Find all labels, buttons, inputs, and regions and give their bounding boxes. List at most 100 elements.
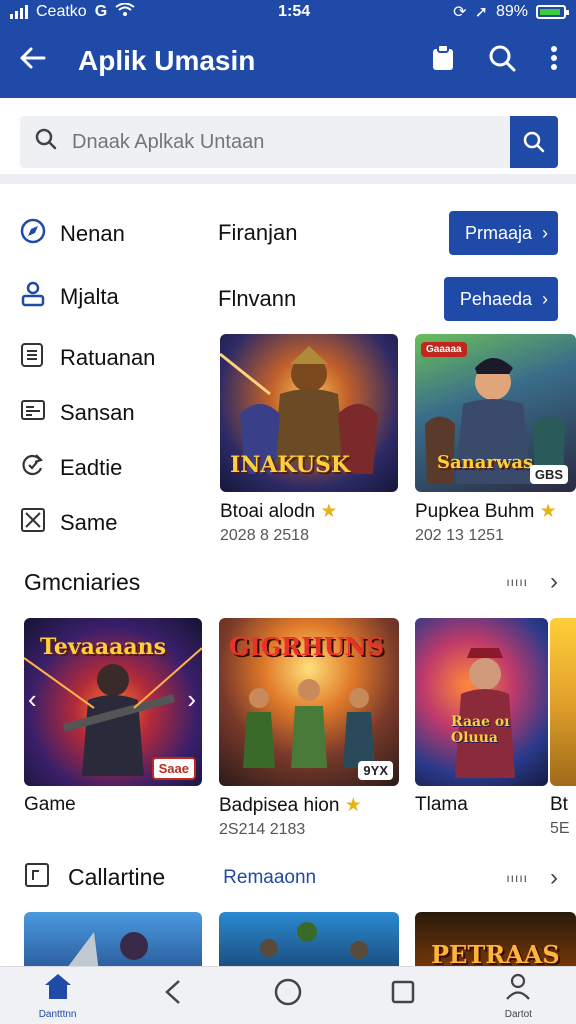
user-icon	[20, 281, 60, 313]
game-card[interactable]	[219, 912, 399, 972]
nav-recents[interactable]	[363, 979, 443, 1012]
game-meta: 5E	[550, 820, 570, 837]
page-title: Aplik Umasin	[78, 45, 256, 76]
search-area	[0, 98, 576, 184]
menu-item-nenan[interactable]: Nenan	[20, 206, 210, 261]
game-thumbnail	[24, 912, 202, 972]
promo-button-label: Pehaeda	[459, 288, 532, 309]
game-card[interactable]: INAKUSK Btoai alodn ★ 2028 8 2518	[220, 334, 400, 545]
menu-item-same[interactable]: Same	[20, 495, 210, 550]
section-header-gmcniaries: Gmcniaries ııııı ›	[24, 568, 558, 596]
menu-item-mjalta[interactable]: Mjalta	[20, 269, 210, 324]
star-icon: ★	[539, 501, 557, 522]
card-icon	[20, 398, 60, 428]
promo-button[interactable]: Pehaeda ›	[443, 277, 558, 321]
carousel-prev-icon[interactable]: ‹	[28, 684, 37, 715]
more-vert-icon[interactable]	[550, 45, 558, 78]
game-name: Badpisea hion	[219, 795, 340, 816]
game-name: Tlama	[415, 794, 468, 815]
game-badge: Saae	[151, 757, 196, 780]
game-thumbnail	[219, 912, 399, 972]
game-card[interactable]: Tevaaaans ‹ › Saae Game	[24, 618, 202, 816]
game-art-title: Raae oı Oluua	[451, 714, 510, 746]
menu-item-ratuanan[interactable]: Ratuanan	[20, 330, 210, 385]
list-icon	[20, 342, 60, 374]
game-name: Bt	[550, 794, 568, 815]
section-link[interactable]: Remaaonn	[223, 867, 316, 889]
sync-icon: ⟳	[453, 4, 467, 21]
profile-icon	[504, 972, 532, 1007]
menu-label: Mjalta	[60, 283, 119, 309]
chevron-right-icon[interactable]: ›	[550, 568, 558, 596]
star-icon: ★	[344, 795, 362, 816]
game-thumbnail: Tevaaaans ‹ › Saae	[24, 618, 202, 786]
section-title: Callartine	[68, 864, 166, 890]
nav-home[interactable]: Dantttnn	[18, 972, 98, 1020]
chevron-right-icon[interactable]: ›	[550, 864, 558, 892]
game-art-title: Tevaaaans	[40, 634, 167, 660]
game-card[interactable]: GIGRHUNS 9YX Badpisea hion ★ 2S214 2183	[219, 618, 399, 839]
game-tag: Gaaaaa	[421, 342, 467, 357]
game-name: Game	[24, 794, 76, 815]
game-meta: 2028 8 2518	[220, 527, 309, 544]
game-meta: 202 13 1251	[415, 527, 504, 544]
compass-icon	[20, 218, 60, 250]
square-recent-icon	[390, 979, 416, 1012]
game-badge: GBS	[529, 465, 568, 484]
battery-percent: 89%	[495, 3, 528, 20]
menu-item-eadtie[interactable]: Eadtie	[20, 440, 210, 495]
back-icon	[163, 978, 183, 1013]
section-more-dots[interactable]: ııııı	[506, 871, 528, 885]
close-box-icon	[20, 507, 60, 539]
search-icon[interactable]	[488, 44, 516, 79]
status-bar: Ceatko G 1:54 ⟳ ➚ 89%	[0, 0, 576, 24]
promo-button[interactable]: Prmaaja ›	[448, 211, 558, 255]
section-more-dots[interactable]: ııııı	[506, 575, 528, 589]
game-card[interactable]: PETRAAS	[415, 912, 576, 972]
promo-row-2: Flnvann Pehaeda ›	[218, 276, 558, 322]
game-name: Pupkea Buhm	[415, 501, 535, 522]
nav-home-circle[interactable]	[248, 977, 328, 1014]
game-thumbnail: Raae oı Oluua	[415, 618, 548, 786]
location-icon: ➚	[474, 4, 488, 21]
promo-label: Firanjan	[218, 220, 298, 245]
game-card[interactable]: Gaaaaa Sanarwas GBS Pupkea Buhm ★ 202 13…	[415, 334, 576, 545]
category-menu: Nenan Mjalta Ratuanan Sansan Eadtie Same	[20, 206, 210, 550]
wifi-icon	[115, 2, 135, 22]
game-card[interactable]: Bt 5E	[550, 618, 576, 838]
game-thumbnail: Gaaaaa Sanarwas GBS	[415, 334, 576, 492]
nav-back[interactable]	[133, 978, 213, 1013]
app-bar: Aplik Umasin	[0, 24, 576, 98]
circle-home-icon	[273, 977, 303, 1014]
game-art-title: GIGRHUNS	[229, 632, 385, 661]
nav-label: Dartot	[504, 1008, 532, 1020]
nav-label: Dantttnn	[38, 1008, 77, 1020]
game-card[interactable]	[24, 912, 202, 972]
battery-icon	[536, 5, 569, 19]
menu-label: Eadtie	[60, 454, 123, 480]
promo-label: Flnvann	[218, 286, 297, 311]
section-title: Gmcniaries	[24, 568, 141, 595]
carousel-next-icon[interactable]: ›	[187, 684, 196, 715]
refresh-icon	[20, 452, 60, 484]
menu-label: Sansan	[60, 399, 135, 425]
game-card[interactable]: Raae oı Oluua Tlama	[415, 618, 550, 816]
menu-item-sansan[interactable]: Sansan	[20, 385, 210, 440]
game-art-title: Sanarwas	[437, 452, 534, 473]
signal-icon	[10, 5, 28, 19]
chevron-right-icon: ›	[542, 288, 548, 309]
game-art-title: INAKUSK	[230, 452, 351, 478]
section-icon	[24, 862, 50, 893]
game-thumbnail: PETRAAS	[415, 912, 576, 972]
star-icon: ★	[320, 501, 338, 522]
search-submit-button[interactable]	[510, 116, 558, 168]
menu-label: Nenan	[60, 220, 125, 246]
back-arrow-icon[interactable]	[18, 44, 58, 78]
game-thumbnail: GIGRHUNS 9YX	[219, 618, 399, 786]
search-input[interactable]	[72, 130, 510, 154]
section-header-callartine: Callartine Remaaonn ııııı ›	[24, 862, 558, 893]
game-thumbnail	[550, 618, 576, 786]
promo-button-label: Prmaaja	[464, 222, 532, 243]
nav-profile[interactable]: Dartot	[478, 972, 558, 1020]
clipboard-icon[interactable]	[432, 43, 454, 78]
